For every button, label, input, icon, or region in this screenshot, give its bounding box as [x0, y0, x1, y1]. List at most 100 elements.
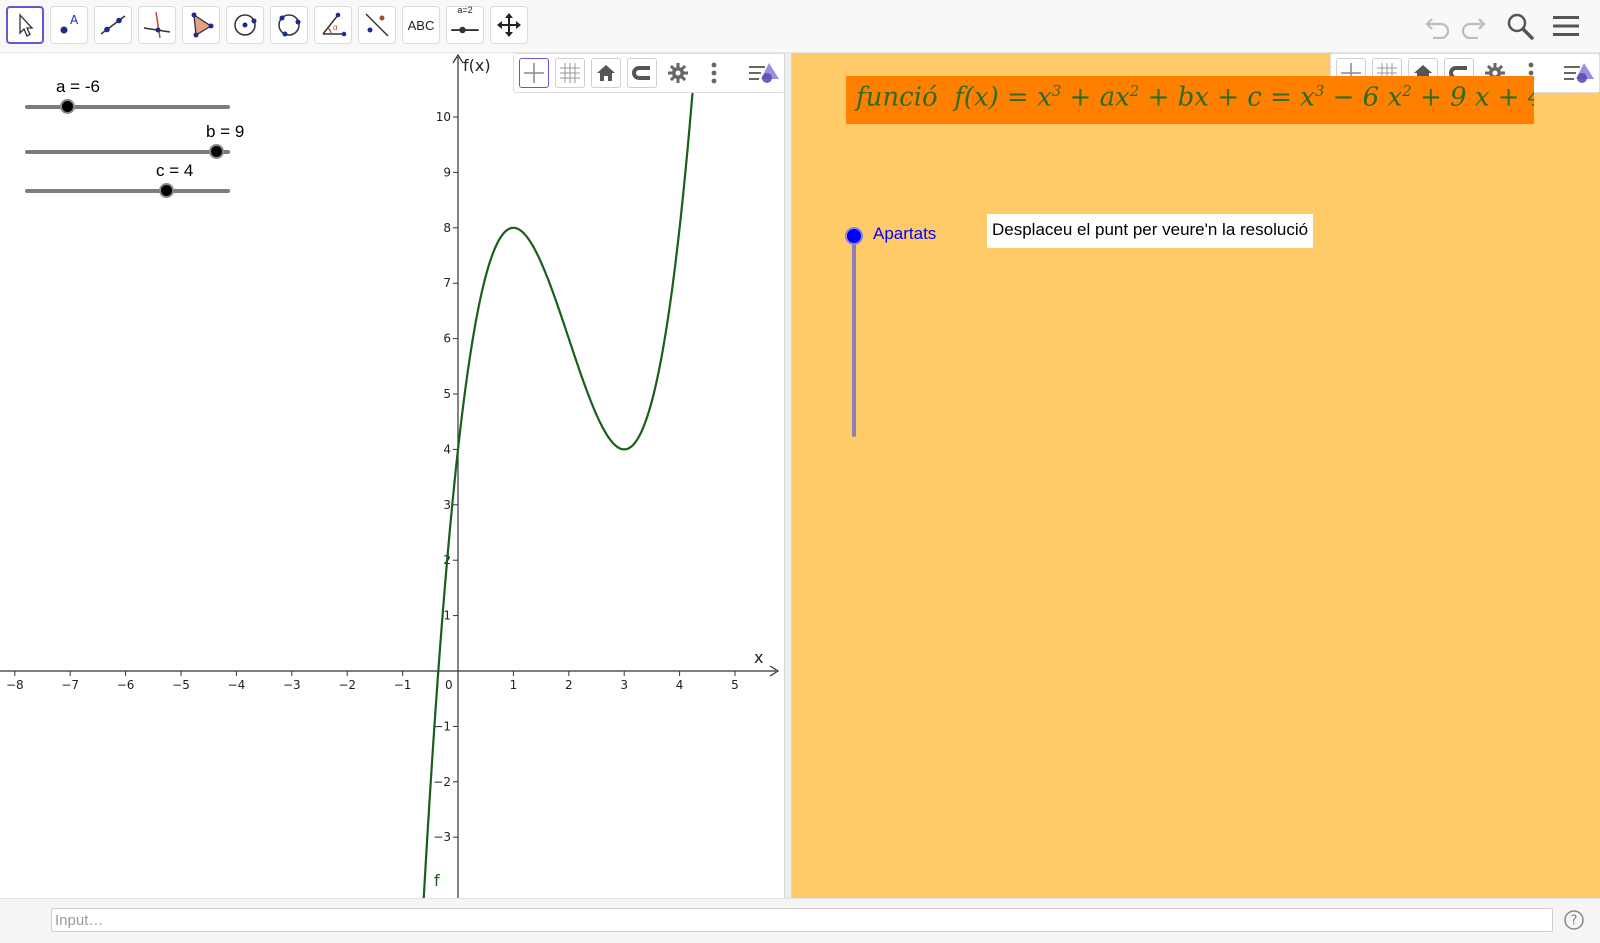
y-tick-label: 4 — [443, 442, 451, 456]
style-bar-toggle-button[interactable] — [746, 58, 782, 88]
main-menu-button[interactable] — [1549, 10, 1583, 42]
x-tick-label: 1 — [510, 678, 518, 692]
move-tool-button[interactable] — [6, 6, 44, 44]
y-tick-label: 5 — [443, 387, 451, 401]
slider-b-knob[interactable] — [209, 144, 224, 159]
algebra-input[interactable] — [51, 908, 1553, 932]
polygon-tool-button[interactable] — [182, 6, 220, 44]
style-bar2-toggle-button[interactable] — [1561, 58, 1597, 88]
x-tick-label: −4 — [228, 678, 246, 692]
home-view-button[interactable] — [591, 58, 621, 88]
circle-three-points-icon — [278, 14, 301, 37]
text-icon: ABC — [407, 17, 435, 33]
slider-c-label: c = 4 — [156, 161, 194, 180]
y-tick-label: 6 — [443, 332, 451, 346]
x-axis-label: x — [754, 648, 763, 667]
x-tick-label: 5 — [731, 678, 739, 692]
polygon-icon — [191, 12, 214, 38]
y-tick-label: 8 — [443, 221, 451, 235]
slider-tool-label: a=2 — [457, 5, 473, 15]
text-tool-button[interactable]: ABC — [402, 6, 440, 44]
y-axis-label: f(x) — [463, 56, 491, 75]
reflect-tool-button[interactable] — [358, 6, 396, 44]
slider-b-track[interactable] — [25, 150, 230, 154]
apartats-slider-point[interactable] — [845, 227, 863, 245]
reflect-icon — [365, 13, 389, 37]
x-tick-label: 2 — [565, 678, 573, 692]
y-tick-label: 9 — [443, 165, 451, 179]
slider-icon: a=2 — [450, 5, 480, 45]
search-button[interactable] — [1503, 10, 1537, 42]
redo-button[interactable] — [1456, 10, 1490, 42]
input-bar: ? — [0, 898, 1600, 943]
svg-text:A: A — [70, 13, 79, 27]
graphics-style-bar — [513, 53, 784, 93]
x-tick-label: −7 — [61, 678, 79, 692]
formula-box: funció f(x) = x3 + ax2 + bx + c = x3 − 6… — [846, 76, 1534, 124]
circle-tool-button[interactable] — [226, 6, 264, 44]
grid-toggle-button[interactable] — [555, 58, 585, 88]
graphics-view-2[interactable] — [792, 53, 1600, 898]
y-tick-label: 10 — [436, 110, 451, 124]
slider-a-track[interactable] — [25, 105, 230, 109]
slider-a-label: a = -6 — [56, 77, 100, 96]
graphics-view-1[interactable]: −8 −7 −6 −5 −4 −3 −2 −1 1 2 3 4 5 −3 −2 −1 1 2 3 4 5 6 7 8 9 10 f… — [0, 53, 784, 898]
home-icon — [597, 65, 615, 81]
circle-center-icon — [234, 14, 257, 36]
y-tick-label: 7 — [443, 276, 451, 290]
slider-c-track[interactable] — [25, 189, 230, 193]
slider-a-knob[interactable] — [60, 99, 75, 114]
formula-exponent: 3 — [1314, 82, 1325, 100]
x-tick-label: −8 — [6, 678, 24, 692]
perpendicular-line-icon — [143, 11, 171, 39]
magnet-icon — [632, 66, 650, 80]
formula-part: + bx + c = x — [1139, 82, 1315, 113]
more-vertical-icon — [711, 62, 717, 84]
x-tick-label: −6 — [117, 678, 135, 692]
angle-icon: α — [322, 12, 347, 37]
x-tick-label: 3 — [620, 678, 628, 692]
x-tick-label: −1 — [394, 678, 412, 692]
view-divider[interactable] — [784, 53, 792, 898]
formula-exponent: 2 — [1402, 82, 1412, 100]
move-view-icon — [497, 13, 521, 37]
move-view-tool-button[interactable] — [490, 6, 528, 44]
formula-prefix: funció — [856, 82, 938, 113]
line-tool-button[interactable] — [94, 6, 132, 44]
graphics-settings-button[interactable] — [663, 58, 693, 88]
slider-tool-button[interactable]: a=2 — [446, 5, 484, 45]
function-curve[interactable] — [421, 53, 699, 898]
slider-c-knob[interactable] — [159, 183, 174, 198]
grid-icon — [560, 63, 580, 83]
angle-tool-button[interactable]: α — [314, 6, 352, 44]
point-tool-button[interactable]: A — [50, 6, 88, 44]
x-tick-label: −3 — [283, 678, 301, 692]
x-tick-label: −2 — [338, 678, 356, 692]
undo-button[interactable] — [1421, 10, 1455, 42]
style-bar-toggle-icon — [749, 63, 779, 83]
y-tick-label: 3 — [443, 498, 451, 512]
line-icon — [100, 15, 126, 35]
axes-toggle-button[interactable] — [519, 58, 549, 88]
y-tick-label: −1 — [433, 719, 451, 733]
apartats-slider-track[interactable] — [852, 240, 856, 437]
formula-text: funció f(x) = x3 + ax2 + bx + c = x3 − 6… — [856, 82, 1534, 113]
formula-exponent: 2 — [1129, 82, 1140, 100]
svg-text:α: α — [333, 23, 338, 32]
formula-part: + 9 x + 4 — [1411, 82, 1534, 113]
axes-icon — [524, 63, 544, 83]
circle-three-points-tool-button[interactable] — [270, 6, 308, 44]
y-tick-label: −3 — [433, 830, 451, 844]
y-tick-label: −2 — [433, 775, 451, 789]
search-icon — [1507, 13, 1534, 40]
point-icon: A — [60, 13, 79, 34]
help-icon[interactable]: ? — [1563, 909, 1585, 931]
style-bar-toggle-icon — [1564, 63, 1594, 83]
x-tick-label: 4 — [676, 678, 684, 692]
point-capture-button[interactable] — [627, 58, 657, 88]
graph-canvas[interactable]: −8 −7 −6 −5 −4 −3 −2 −1 1 2 3 4 5−3−2−112345678910 f… — [0, 53, 784, 898]
more-options-button[interactable] — [699, 58, 729, 88]
perpendicular-tool-button[interactable] — [138, 6, 176, 44]
formula-part: − 6 x — [1324, 82, 1403, 113]
hint-text: Desplaceu el punt per veure'n la resoluc… — [987, 214, 1314, 248]
